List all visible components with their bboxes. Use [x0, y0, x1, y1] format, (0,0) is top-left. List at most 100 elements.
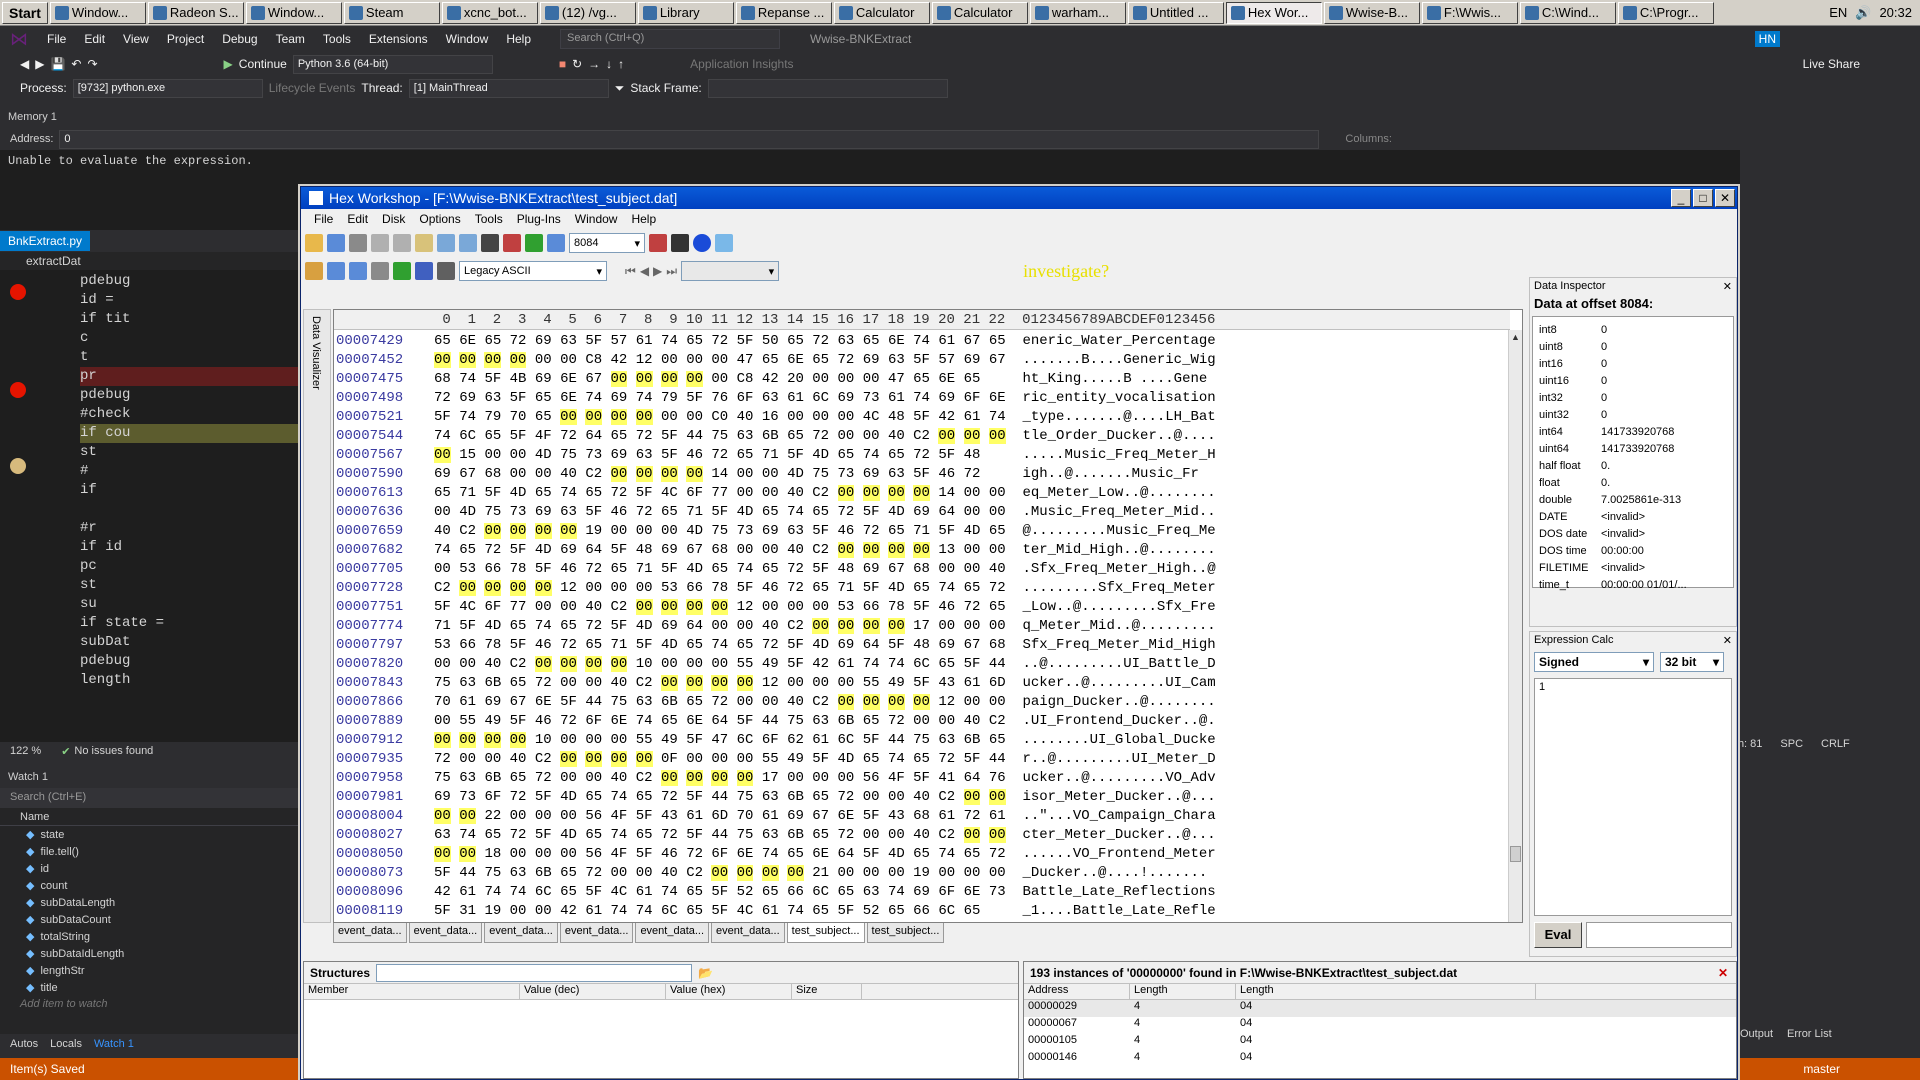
hex-byte[interactable]: 00 — [989, 694, 1006, 710]
hex-byte[interactable]: 55 — [459, 713, 476, 729]
hex-byte[interactable]: 72 — [913, 447, 930, 463]
hex-byte[interactable]: 00 — [534, 580, 552, 596]
hex-byte[interactable]: 19 — [913, 865, 930, 881]
hex-byte[interactable]: 67 — [888, 561, 905, 577]
inspector-row[interactable]: float 0. — [1533, 474, 1733, 491]
hex-byte[interactable]: 00 — [887, 485, 905, 501]
hex-byte[interactable]: 5F — [611, 542, 628, 558]
hex-byte[interactable]: 40 — [787, 485, 804, 501]
hex-byte[interactable]: 00 — [484, 447, 501, 463]
hex-byte[interactable]: 74 — [938, 846, 955, 862]
hex-byte[interactable]: 71 — [913, 523, 930, 539]
hex-byte[interactable]: 72 — [812, 333, 829, 349]
hex-byte[interactable]: C2 — [812, 485, 829, 501]
hex-byte[interactable]: 67 — [686, 542, 703, 558]
hex-byte[interactable]: 00 — [560, 599, 577, 615]
hex-byte[interactable]: 00 — [610, 371, 628, 387]
hex-byte[interactable]: 00 — [913, 713, 930, 729]
hex-row[interactable]: 00007452 00 00 00 00 00 00 C8 42 12 00 00… — [334, 351, 1216, 370]
hex-byte[interactable]: 69 — [863, 352, 880, 368]
hex-byte[interactable]: 72 — [585, 618, 602, 634]
hex-byte[interactable]: 5F — [585, 333, 602, 349]
hex-byte[interactable]: 71 — [434, 618, 451, 634]
taskbar-button[interactable]: Repanse ... — [735, 1, 832, 24]
hw-menu-options[interactable]: Options — [412, 212, 467, 226]
taskbar-button[interactable]: Library — [637, 1, 734, 24]
hex-byte[interactable]: 00 — [762, 599, 779, 615]
hex-byte[interactable]: 5F — [535, 827, 552, 843]
taskbar-button[interactable]: Window... — [245, 1, 342, 24]
hex-byte[interactable]: C8 — [585, 352, 602, 368]
hex-byte[interactable]: 65 — [686, 903, 703, 919]
hex-byte[interactable]: 6E — [535, 694, 552, 710]
hex-byte[interactable]: 65 — [812, 903, 829, 919]
hex-byte[interactable]: 68 — [913, 561, 930, 577]
hex-byte[interactable]: 72 — [863, 523, 880, 539]
hex-byte[interactable]: 74 — [510, 884, 527, 900]
hex-byte[interactable]: 00 — [585, 770, 602, 786]
hex-byte[interactable]: 5F — [611, 618, 628, 634]
hex-byte[interactable]: 71 — [838, 580, 855, 596]
hex-byte[interactable]: 4D — [787, 466, 804, 482]
menu-team[interactable]: Team — [267, 32, 314, 46]
watch-item[interactable]: ◆ subDataLength — [0, 894, 300, 911]
inspector-row[interactable]: uint32 0 — [1533, 406, 1733, 423]
hex-row[interactable]: 00007498 72 69 63 5F 65 6E 74 69 74 79 5F… — [334, 389, 1216, 408]
menu-project[interactable]: Project — [158, 32, 213, 46]
taskbar-button[interactable]: Untitled ... — [1127, 1, 1224, 24]
structures-column[interactable]: Size — [792, 984, 862, 999]
hex-byte[interactable]: 00 — [459, 808, 477, 824]
inspector-row[interactable]: DOS date <invalid> — [1533, 525, 1733, 542]
hex-byte[interactable]: 75 — [434, 675, 451, 691]
hex-byte[interactable]: 00 — [560, 656, 577, 672]
hex-byte[interactable]: 61 — [938, 808, 955, 824]
maximize-button[interactable]: □ — [1693, 189, 1713, 207]
hex-byte[interactable]: 5F — [787, 656, 804, 672]
inspector-row[interactable]: double 7.0025861e-313 — [1533, 491, 1733, 508]
hex-byte[interactable]: 6B — [484, 770, 501, 786]
hex-byte[interactable]: 69 — [611, 390, 628, 406]
hex-byte[interactable]: 00 — [837, 694, 855, 710]
hex-byte[interactable]: 74 — [661, 333, 678, 349]
hex-byte[interactable]: 64 — [938, 504, 955, 520]
hex-byte[interactable]: 20 — [787, 371, 804, 387]
hex-byte[interactable]: 46 — [762, 580, 779, 596]
hex-byte[interactable]: 75 — [611, 694, 628, 710]
hex-byte[interactable]: 65 — [686, 884, 703, 900]
watch-item[interactable]: ◆ lengthStr — [0, 962, 300, 979]
hex-byte[interactable]: 00 — [686, 751, 703, 767]
hex-byte[interactable]: 74 — [737, 561, 754, 577]
hex-byte[interactable]: 74 — [611, 903, 628, 919]
hex-byte[interactable]: 69 — [913, 884, 930, 900]
hex-byte[interactable]: 72 — [838, 789, 855, 805]
hex-byte[interactable]: 12 — [762, 675, 779, 691]
hex-byte[interactable]: 5F — [787, 637, 804, 653]
hex-byte[interactable]: 64 — [686, 618, 703, 634]
result-row[interactable]: 00000067 4 04 — [1024, 1017, 1736, 1034]
hex-byte[interactable]: 5F — [510, 713, 527, 729]
hex-byte[interactable]: 63 — [434, 827, 451, 843]
hex-byte[interactable]: 78 — [888, 599, 905, 615]
hex-byte[interactable]: 67 — [585, 371, 602, 387]
hex-byte[interactable]: 4D — [686, 523, 703, 539]
hex-byte[interactable]: 00 — [660, 770, 678, 786]
code-line[interactable]: su — [80, 595, 300, 614]
hex-byte[interactable]: 56 — [863, 770, 880, 786]
hex-row[interactable]: 00007682 74 65 72 5F 4D 69 64 5F 48 69 67… — [334, 541, 1216, 560]
hex-byte[interactable]: 72 — [661, 789, 678, 805]
hex-byte[interactable]: 00 — [585, 409, 603, 425]
hex-byte[interactable]: 00 — [434, 561, 451, 577]
first-icon[interactable]: ⏮ — [625, 264, 636, 279]
hex-byte[interactable]: 00 — [913, 485, 930, 501]
hex-byte[interactable]: 15 — [459, 447, 476, 463]
hex-byte[interactable]: 65 — [434, 485, 451, 501]
hex-byte[interactable]: 65 — [812, 504, 829, 520]
hex-byte[interactable]: 65 — [964, 371, 981, 387]
hex-byte[interactable]: 42 — [812, 656, 829, 672]
hex-byte[interactable]: 74 — [863, 656, 880, 672]
hex-row[interactable]: 00007636 00 4D 75 73 69 63 5F 46 72 65 71… — [334, 503, 1216, 522]
hex-byte[interactable]: 5F — [711, 504, 728, 520]
hex-row[interactable]: 00007889 00 55 49 5F 46 72 6F 6E 74 65 6E… — [334, 712, 1216, 731]
inspector-row[interactable]: uint64 141733920768 — [1533, 440, 1733, 457]
hex-byte[interactable]: 00 — [787, 599, 804, 615]
